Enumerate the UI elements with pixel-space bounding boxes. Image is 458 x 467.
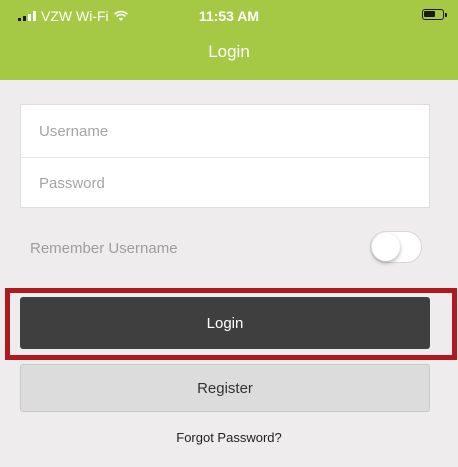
app-header: VZW Wi-Fi 11:53 AM Login: [0, 0, 458, 80]
register-button[interactable]: Register: [20, 364, 430, 412]
remember-username-toggle[interactable]: [370, 231, 422, 263]
toggle-knob: [372, 233, 400, 261]
forgot-password-link[interactable]: Forgot Password?: [0, 430, 458, 445]
status-bar: VZW Wi-Fi 11:53 AM: [0, 0, 458, 34]
username-input[interactable]: [21, 105, 429, 157]
password-input[interactable]: [21, 157, 429, 209]
battery-icon: [422, 9, 447, 20]
remember-username-label: Remember Username: [30, 240, 178, 257]
page-title: Login: [208, 42, 250, 61]
login-form-fields: [20, 104, 430, 209]
status-time: 11:53 AM: [198, 8, 260, 24]
login-button[interactable]: Login: [20, 297, 430, 349]
